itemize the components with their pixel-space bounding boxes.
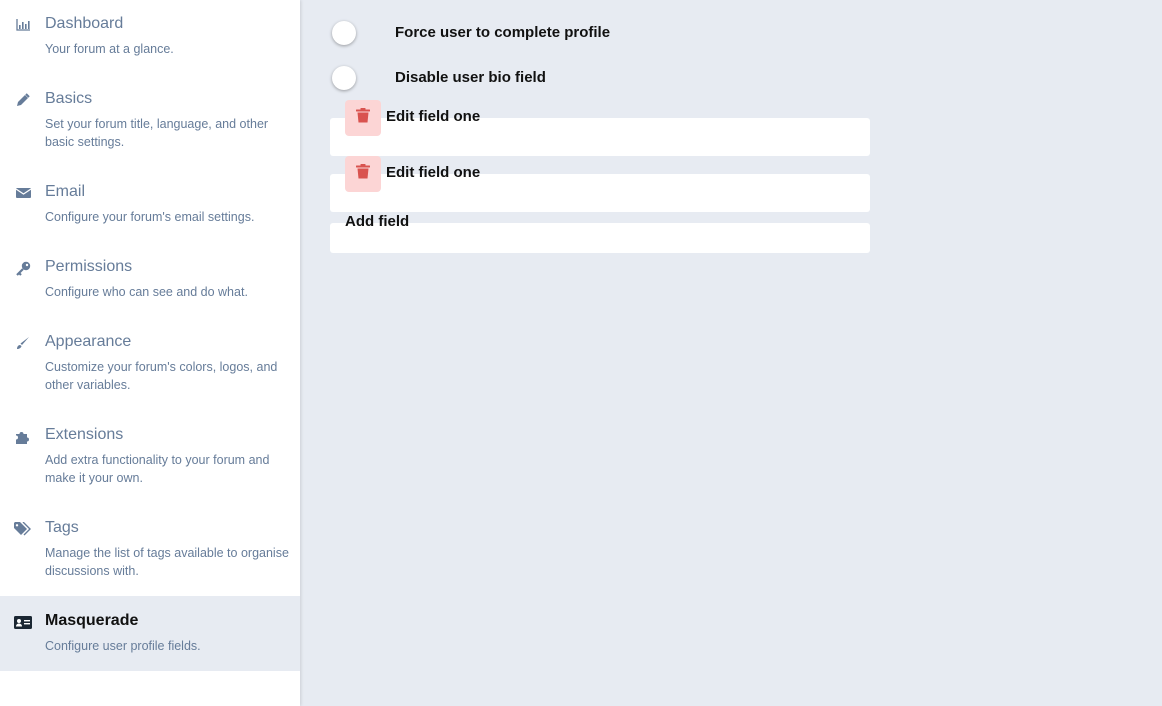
toggle-switch[interactable] [332, 66, 356, 90]
sidebar-item-title: Dashboard [45, 15, 124, 32]
admin-sidebar: Dashboard Your forum at a glance. Basics… [0, 0, 300, 706]
sidebar-item-title: Masquerade [45, 612, 139, 629]
chart-icon [14, 16, 32, 34]
sidebar-item-email[interactable]: Email Configure your forum's email setti… [0, 182, 300, 244]
sidebar-item-description: Configure who can see and do what. [45, 285, 248, 299]
sidebar-item-basics[interactable]: Basics Set your forum title, language, a… [0, 89, 300, 169]
sidebar-item-description: Manage the list of tags available to org… [45, 546, 289, 578]
sidebar-item-description: Your forum at a glance. [45, 42, 174, 56]
puzzle-icon [14, 427, 32, 445]
sidebar-item-description: Customize your forum's colors, logos, an… [45, 360, 278, 392]
id-card-icon [14, 613, 32, 631]
delete-field-button[interactable] [345, 156, 381, 192]
edit-field-link[interactable]: Edit field one [386, 108, 480, 125]
tags-icon [14, 520, 32, 538]
sidebar-item-description: Configure your forum's email settings. [45, 210, 255, 224]
sidebar-item-title: Email [45, 183, 86, 200]
envelope-icon [14, 184, 32, 202]
disable-bio-toggle[interactable]: Disable user bio field [332, 65, 592, 91]
sidebar-item-permissions[interactable]: Permissions Configure who can see and do… [0, 257, 300, 319]
trash-icon [356, 164, 370, 184]
sidebar-item-appearance[interactable]: Appearance Customize your forum's colors… [0, 332, 300, 412]
pencil-icon [14, 91, 32, 109]
paintbrush-icon [14, 334, 32, 352]
sidebar-item-description: Set your forum title, language, and othe… [45, 117, 269, 149]
sidebar-item-title: Basics [45, 90, 93, 107]
force-profile-toggle[interactable]: Force user to complete profile [332, 20, 652, 46]
key-icon [14, 259, 32, 277]
trash-icon [356, 108, 370, 128]
sidebar-item-title: Appearance [45, 333, 132, 350]
sidebar-item-title: Extensions [45, 426, 124, 443]
toggle-label: Force user to complete profile [395, 24, 611, 41]
sidebar-item-tags[interactable]: Tags Manage the list of tags available t… [0, 518, 300, 598]
edit-field-link[interactable]: Edit field one [386, 164, 480, 181]
sidebar-item-dashboard[interactable]: Dashboard Your forum at a glance. [0, 14, 300, 76]
delete-field-button[interactable] [345, 100, 381, 136]
add-field-card[interactable] [330, 223, 870, 253]
sidebar-item-description: Add extra functionality to your forum an… [45, 453, 270, 485]
admin-app: Dashboard Your forum at a glance. Basics… [0, 0, 1162, 706]
sidebar-item-masquerade[interactable]: Masquerade Configure user profile fields… [0, 596, 300, 671]
toggle-switch[interactable] [332, 21, 356, 45]
sidebar-item-description: Configure user profile fields. [45, 639, 201, 653]
sidebar-item-title: Tags [45, 519, 79, 536]
add-field-button[interactable]: Add field [345, 213, 409, 230]
toggle-label: Disable user bio field [395, 69, 546, 86]
sidebar-item-extensions[interactable]: Extensions Add extra functionality to yo… [0, 425, 300, 505]
sidebar-item-title: Permissions [45, 258, 133, 275]
masquerade-settings-panel: Force user to complete profile Disable u… [300, 0, 1162, 706]
